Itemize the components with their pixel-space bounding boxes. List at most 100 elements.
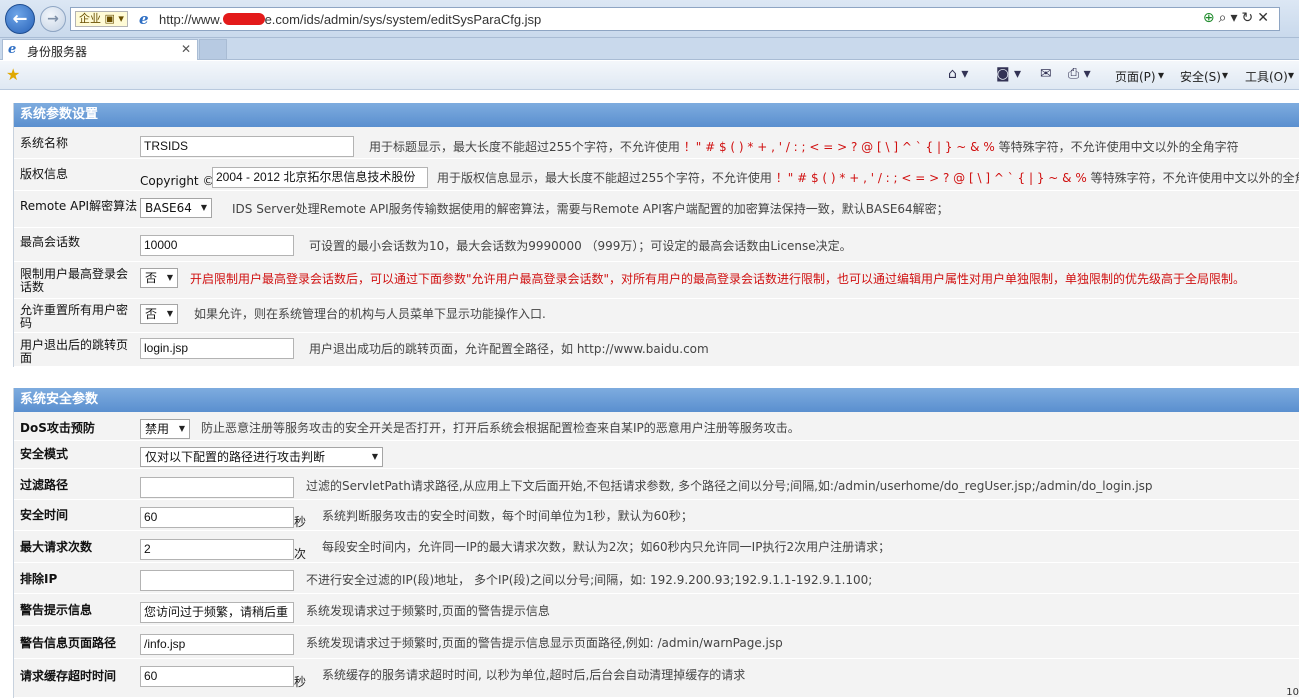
field-hint: 用户退出成功后的跳转页面，允许配置全路径，如 http://www.baidu.… [309, 342, 709, 356]
field-label: 请求缓存超时时间 [20, 669, 117, 683]
field-hint: 每段安全时间内，允许同一IP的最大请求次数，默认为2次；如60秒内只允许同一IP… [322, 540, 891, 554]
field-label: 过滤路径 [20, 478, 69, 492]
safety-menu[interactable]: 安全(S) [1180, 68, 1221, 85]
field-hint: IDS Server处理Remote API服务传输数据使用的解密算法，需要与R… [232, 202, 949, 216]
form-row: DoS攻击预防 禁用 防止恶意注册等服务攻击的安全开关是否打开，打开后系统会根据… [14, 414, 1299, 441]
url-tools: ⊕⌕▾↻✕ [1203, 10, 1273, 26]
field-hint: 系统发现请求过于频繁时,页面的警告提示信息 [306, 604, 550, 618]
add-icon[interactable]: ⊕ [1203, 10, 1219, 26]
field-hint: 如果允许，则在系统管理台的机构与人员菜单下显示功能操作入口. [194, 307, 546, 321]
hint-text: 等特殊字符，不允许使用中文以外的全角字符 [998, 140, 1239, 154]
security-params-section: 系统安全参数 DoS攻击预防 禁用 防止恶意注册等服务攻击的安全开关是否打开，打… [13, 388, 1299, 698]
arrow-right-icon: → [47, 11, 59, 27]
form-row: 警告提示信息 您访问过于频繁，请稍后重 系统发现请求过于频繁时,页面的警告提示信… [14, 595, 1299, 626]
url-prefix: http://www. [159, 12, 223, 27]
form-row: 允许重置所有用户密码 否 如果允许，则在系统管理台的机构与人员菜单下显示功能操作… [14, 300, 1299, 333]
field-hint: 不进行安全过滤的IP(段)地址， 多个IP(段)之间以分号;间隔，如: 192.… [306, 573, 873, 587]
field-label: 最高会话数 [20, 235, 81, 249]
favorites-star-icon[interactable]: ★ [6, 65, 20, 84]
field-hint: 系统发现请求过于频繁时,页面的警告提示信息显示页面路径,例如: /admin/w… [306, 636, 783, 650]
url-text[interactable]: http://www. e.com/ids/admin/sys/system/ed… [159, 12, 541, 27]
tools-menu[interactable]: 工具(O) [1245, 68, 1288, 85]
form-row: 限制用户最高登录会话数 否 开启限制用户最高登录会话数后，可以通过下面参数"允许… [14, 263, 1299, 299]
search-icon[interactable]: ⌕ [1219, 10, 1231, 26]
unit-label: 秒 [294, 675, 307, 689]
page-menu-arrow-icon: ▾ [1158, 68, 1165, 82]
safe-time-input[interactable]: 60 [140, 507, 294, 528]
ie-page-icon: e [139, 10, 149, 28]
section-title: 系统安全参数 [14, 388, 1299, 412]
limit-sessions-select[interactable]: 否 [140, 268, 178, 288]
url-suffix: e.com/ids/admin/sys/system/editSysParaCf… [264, 12, 542, 27]
new-tab-button[interactable] [199, 39, 227, 60]
field-label: 最大请求次数 [20, 540, 93, 554]
max-requests-input[interactable]: 2 [140, 539, 294, 560]
hint-text: 用于标题显示，最大长度不能超过255个字符，不允许使用 [369, 140, 680, 154]
max-sessions-input[interactable]: 10000 [140, 235, 294, 256]
mail-icon[interactable]: ✉ [1040, 66, 1052, 82]
exclude-ip-input[interactable] [140, 570, 294, 591]
page-content: 系统参数设置 系统名称 TRSIDS 用于标题显示，最大长度不能超过255个字符… [0, 91, 1299, 698]
field-hint: 用于版权信息显示，最大长度不能超过255个字符，不允许使用 ！" # $ ( )… [437, 169, 1299, 186]
close-icon[interactable]: ✕ [1257, 10, 1273, 26]
field-label: 排除IP [20, 572, 58, 586]
field-label: 安全时间 [20, 508, 69, 522]
copyright-prefix: Copyright © [140, 174, 215, 188]
warning-message-input[interactable]: 您访问过于频繁，请稍后重 [140, 602, 294, 623]
field-hint: 系统判断服务攻击的安全时间数，每个时间单位为1秒，默认为60秒； [322, 509, 693, 523]
tab-bar: e 身份服务器 ✕ [0, 38, 1299, 60]
form-row: 安全时间 60 秒 系统判断服务攻击的安全时间数，每个时间单位为1秒，默认为60… [14, 501, 1299, 531]
field-label: 版权信息 [20, 167, 69, 181]
field-hint: 系统缓存的服务请求超时时间, 以秒为单位,超时后,后台会自动清理掉缓存的请求 [322, 668, 746, 682]
print-icon[interactable]: ⎙ ▾ [1068, 66, 1091, 82]
redacted-mark [222, 13, 265, 25]
field-label: 安全模式 [20, 447, 69, 461]
warning-page-path-input[interactable]: /info.jsp [140, 634, 294, 655]
back-button[interactable]: ← [5, 4, 35, 34]
unit-label: 秒 [294, 515, 307, 529]
filter-path-input[interactable] [140, 477, 294, 498]
logout-redirect-input[interactable]: login.jsp [140, 338, 294, 359]
refresh-icon[interactable]: ↻ [1242, 10, 1258, 26]
form-row: 请求缓存超时时间 60 秒 系统缓存的服务请求超时时间, 以秒为单位,超时后,后… [14, 660, 1299, 698]
feeds-icon[interactable]: ◙ ▾ [996, 66, 1021, 82]
cache-timeout-input[interactable]: 60 [140, 666, 294, 687]
system-params-section: 系统参数设置 系统名称 TRSIDS 用于标题显示，最大长度不能超过255个字符… [13, 103, 1299, 367]
form-row: 过滤路径 过滤的ServletPath请求路径,从应用上下文后面开始,不包括请求… [14, 470, 1299, 500]
dropdown-icon[interactable]: ▾ [1231, 10, 1242, 26]
forward-button[interactable]: → [40, 6, 66, 32]
section-title: 系统参数设置 [14, 103, 1299, 127]
address-bar: ← → 企业 ▣ ▾ e http://www. e.com/ids/admin/… [0, 0, 1299, 38]
page-menu[interactable]: 页面(P) [1115, 68, 1156, 85]
command-bar: ★ ⌂ ▾ ◙ ▾ ✉ ⎙ ▾ 页面(P) ▾ 安全(S) ▾ 工具(O) ▾ [0, 61, 1299, 90]
form-row: 警告信息页面路径 /info.jsp 系统发现请求过于频繁时,页面的警告提示信息… [14, 627, 1299, 659]
tab-title: 身份服务器 [27, 45, 88, 59]
system-name-input[interactable]: TRSIDS [140, 136, 354, 157]
form-row: Remote API解密算法 BASE64 IDS Server处理Remote… [14, 192, 1299, 228]
security-mode-select[interactable]: 仅对以下配置的路径进行攻击判断 [140, 447, 383, 467]
form-row: 安全模式 仅对以下配置的路径进行攻击判断 [14, 442, 1299, 469]
field-hint: 用于标题显示，最大长度不能超过255个字符，不允许使用 ！" # $ ( ) *… [369, 138, 1239, 155]
field-label: 警告信息页面路径 [20, 636, 117, 650]
tab-identity-server[interactable]: e 身份服务器 ✕ [2, 39, 198, 60]
ie-tab-icon: e [8, 42, 17, 57]
tab-close-icon[interactable]: ✕ [181, 42, 191, 56]
compat-view-button[interactable]: 企业 ▣ ▾ [75, 11, 128, 27]
tools-menu-arrow-icon: ▾ [1288, 68, 1295, 82]
form-row: 排除IP 不进行安全过滤的IP(段)地址， 多个IP(段)之间以分号;间隔，如:… [14, 564, 1299, 594]
form-row: 最大请求次数 2 次 每段安全时间内，允许同一IP的最大请求次数，默认为2次；如… [14, 532, 1299, 563]
dos-prevention-select[interactable]: 禁用 [140, 419, 190, 439]
form-row: 最高会话数 10000 可设置的最小会话数为10，最大会话数为9990000 （… [14, 229, 1299, 262]
field-hint: 防止恶意注册等服务攻击的安全开关是否打开，打开后系统会根据配置检查来自某IP的恶… [201, 421, 800, 435]
field-label: DoS攻击预防 [20, 421, 95, 435]
decrypt-algorithm-select[interactable]: BASE64 [140, 198, 212, 218]
field-label: 限制用户最高登录会话数 [20, 267, 129, 294]
form-row: 版权信息 Copyright © 2004 - 2012 北京拓尔思信息技术股份… [14, 160, 1299, 191]
status-zoom: 10 [1286, 687, 1299, 698]
home-icon[interactable]: ⌂ ▾ [948, 66, 968, 82]
reset-password-select[interactable]: 否 [140, 304, 178, 324]
url-field[interactable]: 企业 ▣ ▾ e http://www. e.com/ids/admin/sys/… [70, 7, 1280, 31]
copyright-input[interactable]: 2004 - 2012 北京拓尔思信息技术股份 [212, 167, 428, 188]
field-label: 系统名称 [20, 136, 69, 150]
field-hint: 过滤的ServletPath请求路径,从应用上下文后面开始,不包括请求参数, 多… [306, 479, 1153, 493]
